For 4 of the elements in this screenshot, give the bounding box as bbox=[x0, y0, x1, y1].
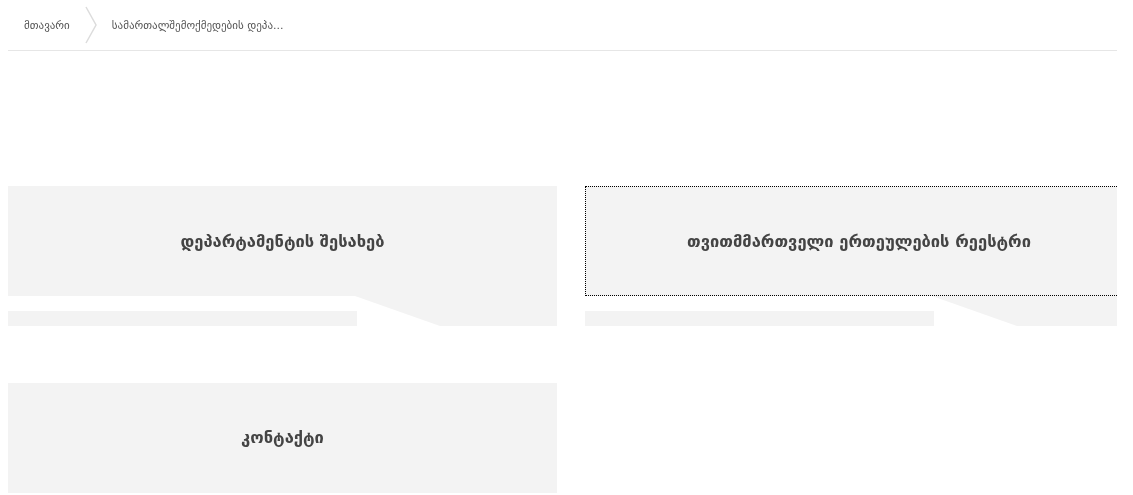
chevron-right-icon bbox=[83, 5, 98, 45]
breadcrumb-link[interactable]: მთავარი bbox=[24, 18, 70, 32]
breadcrumb-link[interactable]: სამართალშემოქმედების დეპა... bbox=[111, 18, 284, 32]
tile-link[interactable]: კონტაქტი bbox=[8, 382, 557, 493]
